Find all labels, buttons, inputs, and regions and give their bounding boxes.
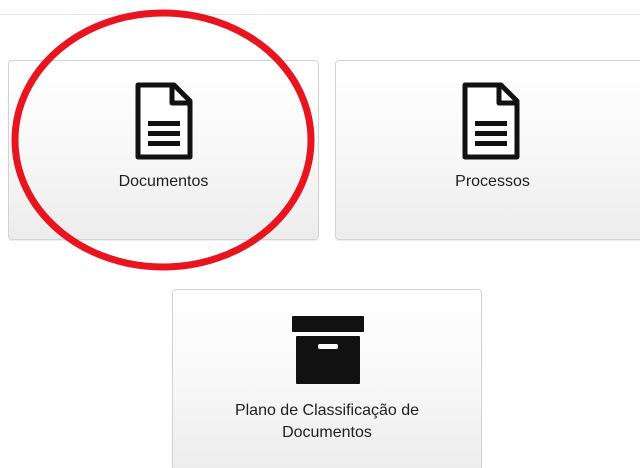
processes-tile[interactable]: Processos [335,60,640,240]
classification-plan-label: Plano de Classificação de Documentos [234,402,420,441]
documents-label: Documentos [118,173,209,190]
classification-plan-tile[interactable]: Plano de Classificação de Documentos [172,289,482,468]
page: Documentos Processos Plano de Classifica… [0,0,640,468]
document-icon [462,82,520,160]
top-divider [0,14,640,15]
documents-tile[interactable]: Documentos [8,60,319,240]
archive-box-icon [292,316,364,384]
document-icon [135,82,193,160]
processes-label: Processos [455,173,530,190]
